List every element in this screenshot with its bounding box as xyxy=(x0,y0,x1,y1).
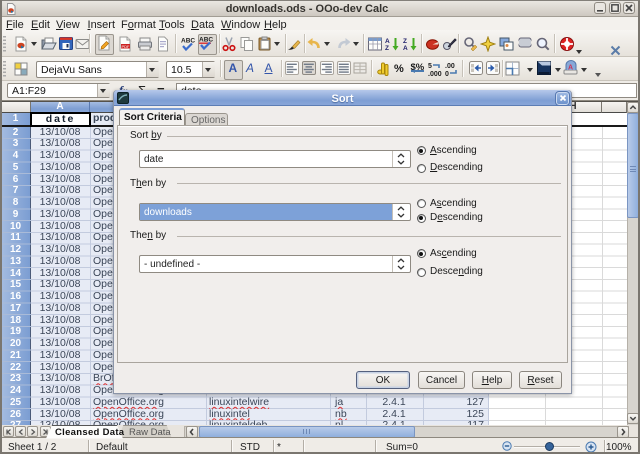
svg-text:.000: .000 xyxy=(428,71,442,77)
svg-text:Z: Z xyxy=(403,38,407,45)
svg-text:Z: Z xyxy=(385,45,389,52)
svg-text:PDF: PDF xyxy=(121,44,130,49)
svg-text:0: 0 xyxy=(445,71,449,77)
svg-text:.00: .00 xyxy=(445,63,455,70)
svg-text:ABC: ABC xyxy=(181,38,195,45)
svg-text:5: 5 xyxy=(428,63,432,70)
svg-text:ABC: ABC xyxy=(199,37,213,44)
svg-text:A: A xyxy=(385,38,390,45)
svg-text:A: A xyxy=(568,65,573,72)
svg-text:A: A xyxy=(403,45,408,52)
